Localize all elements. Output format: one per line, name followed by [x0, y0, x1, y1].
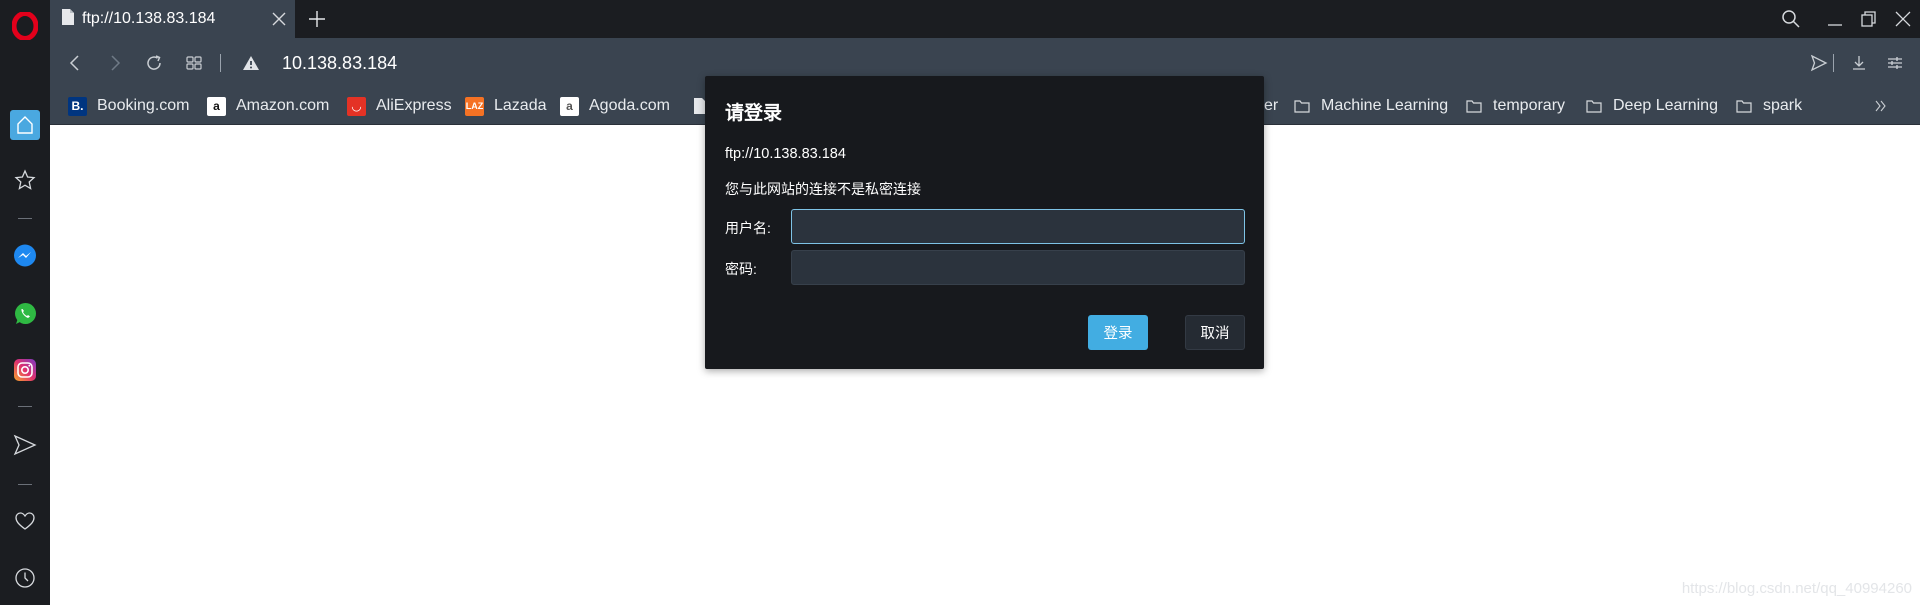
- bookmark-booking[interactable]: B. Booking.com: [68, 94, 190, 118]
- more-bookmarks-icon[interactable]: [1874, 94, 1888, 118]
- url-field[interactable]: 10.138.83.184: [282, 50, 397, 76]
- amazon-icon: a: [207, 96, 226, 116]
- folder-icon: [1292, 97, 1311, 116]
- bookmark-label: spark: [1763, 97, 1803, 114]
- bookmark-label: Agoda.com: [589, 97, 670, 114]
- minimize-icon[interactable]: [1822, 6, 1848, 32]
- bookmark-folder-machine-learning[interactable]: Machine Learning: [1292, 94, 1448, 118]
- bookmark-label: Lazada: [494, 97, 547, 114]
- sidebar-divider: [18, 218, 32, 219]
- flow-send-icon[interactable]: [1806, 50, 1832, 76]
- bookmark-aliexpress[interactable]: ◡ AliExpress: [347, 94, 452, 118]
- bookmark-folder-deep-learning[interactable]: Deep Learning: [1584, 94, 1718, 118]
- bookmark-label: Booking.com: [97, 97, 190, 114]
- instagram-icon[interactable]: [10, 355, 40, 385]
- history-icon[interactable]: [10, 563, 40, 593]
- bookmark-label: Amazon.com: [236, 97, 330, 114]
- easy-setup-icon[interactable]: [1882, 50, 1908, 76]
- send-icon[interactable]: [10, 430, 40, 460]
- dialog-warning: 您与此网站的连接不是私密连接: [725, 181, 921, 197]
- dialog-title: 请登录: [725, 103, 783, 124]
- bookmark-label: AliExpress: [376, 97, 452, 114]
- restore-icon[interactable]: [1856, 6, 1882, 32]
- login-dialog: 请登录 ftp://10.138.83.184 您与此网站的连接不是私密连接 用…: [705, 76, 1264, 369]
- download-icon[interactable]: [1846, 50, 1872, 76]
- sidebar-divider: [18, 406, 32, 407]
- lazada-icon: LAZ: [465, 96, 484, 116]
- bookmark-folder-temporary[interactable]: temporary: [1464, 94, 1565, 118]
- bookmark-partial[interactable]: er: [1264, 94, 1278, 118]
- bookmark-agoda[interactable]: a Agoda.com: [560, 94, 670, 118]
- tab-active[interactable]: ftp://10.138.83.184: [50, 0, 295, 38]
- whatsapp-icon[interactable]: [10, 299, 40, 329]
- bookmark-label: er: [1264, 97, 1279, 114]
- bookmark-label: Machine Learning: [1321, 97, 1449, 114]
- home-icon[interactable]: [10, 110, 40, 140]
- new-tab-button[interactable]: [306, 8, 328, 30]
- tab-title: ftp://10.138.83.184: [82, 10, 216, 27]
- warning-icon[interactable]: [238, 50, 264, 76]
- messenger-icon[interactable]: [10, 241, 40, 271]
- bookmark-label: Deep Learning: [1613, 97, 1718, 114]
- tabs-grid-icon[interactable]: [181, 50, 207, 76]
- tab-strip: ftp://10.138.83.184: [50, 0, 1920, 38]
- heart-icon[interactable]: [10, 506, 40, 536]
- folder-icon: [1464, 97, 1483, 116]
- back-icon[interactable]: [62, 50, 88, 76]
- password-input[interactable]: [791, 250, 1245, 285]
- toolbar-divider: [1833, 54, 1834, 72]
- address-divider: [220, 54, 221, 72]
- bookmark-amazon[interactable]: a Amazon.com: [207, 94, 329, 118]
- username-input[interactable]: [791, 209, 1245, 244]
- folder-icon: [1734, 97, 1753, 116]
- bookmark-folder-spark[interactable]: spark: [1734, 94, 1802, 118]
- folder-icon: [1584, 97, 1603, 116]
- username-label: 用户名:: [725, 220, 771, 236]
- reload-icon[interactable]: [141, 50, 167, 76]
- sidebar: [0, 0, 50, 605]
- aliexpress-icon: ◡: [347, 96, 366, 116]
- star-icon[interactable]: [10, 165, 40, 195]
- forward-icon[interactable]: [102, 50, 128, 76]
- watermark: https://blog.csdn.net/qq_40994260: [1681, 580, 1912, 597]
- document-icon: [62, 8, 74, 30]
- sidebar-divider: [18, 484, 32, 485]
- login-button[interactable]: 登录: [1088, 315, 1148, 350]
- close-tab-icon[interactable]: [269, 9, 289, 29]
- close-window-icon[interactable]: [1890, 6, 1916, 32]
- booking-icon: B.: [68, 96, 87, 116]
- opera-logo-icon[interactable]: [11, 11, 39, 41]
- search-tabs-icon[interactable]: [1778, 6, 1804, 32]
- bookmark-lazada[interactable]: LAZ Lazada: [465, 94, 547, 118]
- dialog-url: ftp://10.138.83.184: [725, 146, 846, 162]
- cancel-button[interactable]: 取消: [1185, 315, 1245, 350]
- password-label: 密码:: [725, 261, 757, 277]
- agoda-icon: a: [560, 96, 579, 116]
- bookmark-label: temporary: [1493, 97, 1566, 114]
